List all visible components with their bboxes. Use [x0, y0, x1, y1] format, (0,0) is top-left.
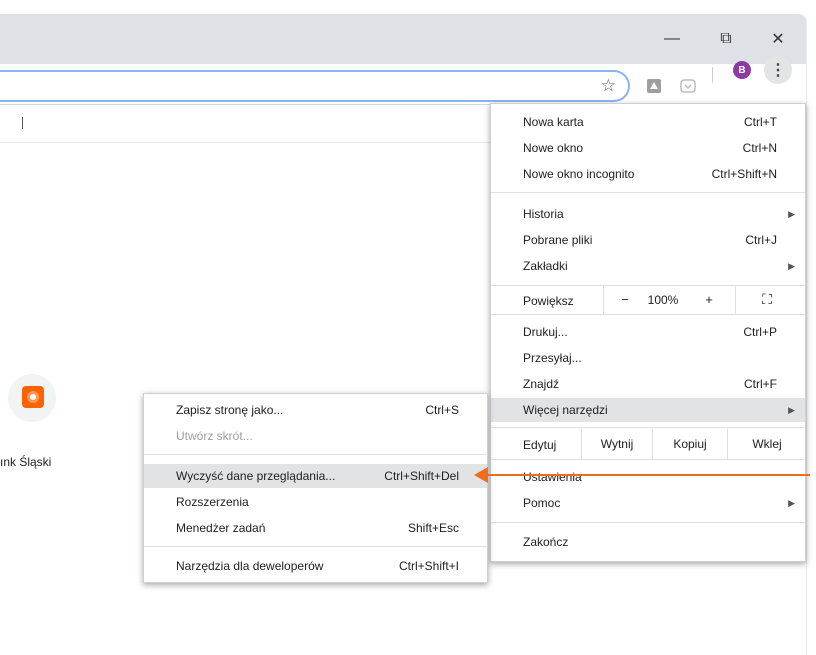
shortcut-label[interactable]: ınk Śląski: [0, 455, 51, 469]
annotation-arrow-line: [480, 474, 810, 476]
submenu-item-label: Utwórz skrót...: [176, 429, 253, 443]
submenu-item-label: Menedżer zadań: [176, 521, 266, 535]
submenu-item-label: Rozszerzenia: [176, 495, 249, 509]
menu-item-shortcut: Ctrl+N: [742, 141, 777, 155]
menu-divider: [491, 192, 805, 193]
menu-item-new-window[interactable]: Nowe okno Ctrl+N: [491, 136, 805, 160]
menu-item-label: Przesyłaj...: [523, 351, 582, 365]
zoom-separator: [735, 286, 736, 314]
toolbar-separator: [712, 67, 713, 83]
menu-item-shortcut: Ctrl+T: [744, 115, 777, 129]
submenu-divider: [144, 546, 487, 547]
menu-item-label: Zakładki: [523, 259, 568, 273]
text-cursor: [22, 117, 23, 129]
chevron-right-icon: ▶: [788, 208, 795, 219]
menu-item-shortcut: Ctrl+J: [745, 233, 777, 247]
menu-item-new-tab[interactable]: Nowa karta Ctrl+T: [491, 110, 805, 134]
pocket-extension-icon[interactable]: [680, 78, 696, 94]
bookmark-star-icon[interactable]: ☆: [601, 76, 616, 96]
menu-item-exit[interactable]: Zakończ: [491, 530, 805, 554]
annotation-arrowhead-icon: [474, 467, 488, 483]
submenu-item-label: Wyczyść dane przeglądania...: [176, 469, 336, 483]
menu-item-label: Pomoc: [523, 496, 561, 510]
ing-lion-icon: [22, 386, 44, 408]
paste-button[interactable]: Wklej: [728, 429, 806, 459]
submenu-item-label: Zapisz stronę jako...: [176, 403, 284, 417]
submenu-item-shortcut: Shift+Esc: [407, 521, 459, 535]
zoom-separator: [603, 286, 604, 314]
submenu-item-shortcut: Ctrl+Shift+Del: [384, 469, 459, 483]
menu-item-bookmarks[interactable]: Zakładki ▶: [491, 254, 805, 278]
menu-divider: [491, 522, 805, 523]
zoom-level: 100%: [647, 293, 679, 307]
copy-button[interactable]: Kopiuj: [653, 429, 727, 459]
zoom-in-button[interactable]: +: [699, 292, 719, 307]
edit-row: Edytuj Wytnij Kopiuj Wklej: [491, 429, 805, 459]
submenu-item-shortcut: Ctrl+S: [425, 403, 459, 417]
menu-item-shortcut: Ctrl+Shift+N: [711, 167, 777, 181]
submenu-item-extensions[interactable]: Rozszerzenia: [144, 490, 487, 514]
minimize-button[interactable]: —: [652, 24, 692, 54]
chevron-right-icon: ▶: [788, 497, 795, 508]
submenu-item-clear-browsing-data[interactable]: Wyczyść dane przeglądania... Ctrl+Shift+D…: [144, 464, 487, 488]
menu-item-help[interactable]: Pomoc ▶: [491, 491, 805, 515]
zoom-label: Powiększ: [523, 294, 574, 308]
pdf-extension-icon[interactable]: [646, 78, 662, 94]
submenu-item-save-page[interactable]: Zapisz stronę jako... Ctrl+S: [144, 398, 487, 422]
menu-divider: [491, 314, 805, 315]
menu-item-find[interactable]: Znajdź Ctrl+F: [491, 372, 805, 396]
chevron-right-icon: ▶: [788, 260, 795, 271]
profile-avatar[interactable]: B: [733, 61, 751, 79]
menu-item-cast[interactable]: Przesyłaj...: [491, 346, 805, 370]
edit-label: Edytuj: [523, 438, 557, 452]
cut-button[interactable]: Wytnij: [582, 429, 652, 459]
menu-divider: [491, 427, 805, 428]
restore-button[interactable]: ⧉: [706, 24, 746, 54]
address-bar[interactable]: ☆: [0, 70, 630, 102]
menu-item-shortcut: Ctrl+P: [743, 325, 777, 339]
menu-item-more-tools[interactable]: Więcej narzędzi ▶: [491, 398, 805, 422]
page-divider: [0, 142, 490, 143]
menu-item-print[interactable]: Drukuj... Ctrl+P: [491, 320, 805, 344]
chrome-main-menu: Nowa karta Ctrl+T Nowe okno Ctrl+N Nowe ok…: [490, 103, 806, 562]
menu-item-incognito[interactable]: Nowe okno incognito Ctrl+Shift+N: [491, 162, 805, 186]
submenu-item-label: Narzędzia dla deweloperów: [176, 559, 324, 573]
menu-divider: [491, 459, 805, 460]
title-bar: — ⧉ ✕: [0, 14, 806, 64]
submenu-item-shortcut: Ctrl+Shift+I: [398, 559, 459, 573]
toolbar: ☆: [0, 64, 806, 105]
submenu-item-developer-tools[interactable]: Narzędzia dla deweloperów Ctrl+Shift+I: [144, 554, 487, 578]
menu-item-settings[interactable]: Ustawienia: [491, 465, 805, 489]
close-button[interactable]: ✕: [758, 24, 798, 54]
menu-item-history[interactable]: Historia ▶: [491, 202, 805, 226]
menu-item-label: Więcej narzędzi: [523, 403, 608, 417]
chevron-right-icon: ▶: [788, 404, 795, 415]
more-tools-submenu: Zapisz stronę jako... Ctrl+S Utwórz skrót…: [143, 393, 488, 583]
fullscreen-icon[interactable]: ⛶: [757, 291, 777, 308]
zoom-row: Powiększ − 100% + ⛶: [491, 286, 805, 314]
menu-item-label: Ustawienia: [523, 470, 582, 484]
menu-item-downloads[interactable]: Pobrane pliki Ctrl+J: [491, 228, 805, 252]
menu-item-label: Zakończ: [523, 535, 569, 549]
submenu-item-task-manager[interactable]: Menedżer zadań Shift+Esc: [144, 516, 487, 540]
menu-item-label: Historia: [523, 207, 564, 221]
chrome-menu-icon[interactable]: ⋮: [764, 56, 792, 84]
shortcut-tile[interactable]: [8, 374, 56, 422]
submenu-divider: [144, 454, 487, 455]
menu-item-shortcut: Ctrl+F: [744, 377, 777, 391]
zoom-out-button[interactable]: −: [615, 292, 635, 307]
submenu-item-create-shortcut: Utwórz skrót...: [144, 424, 487, 448]
